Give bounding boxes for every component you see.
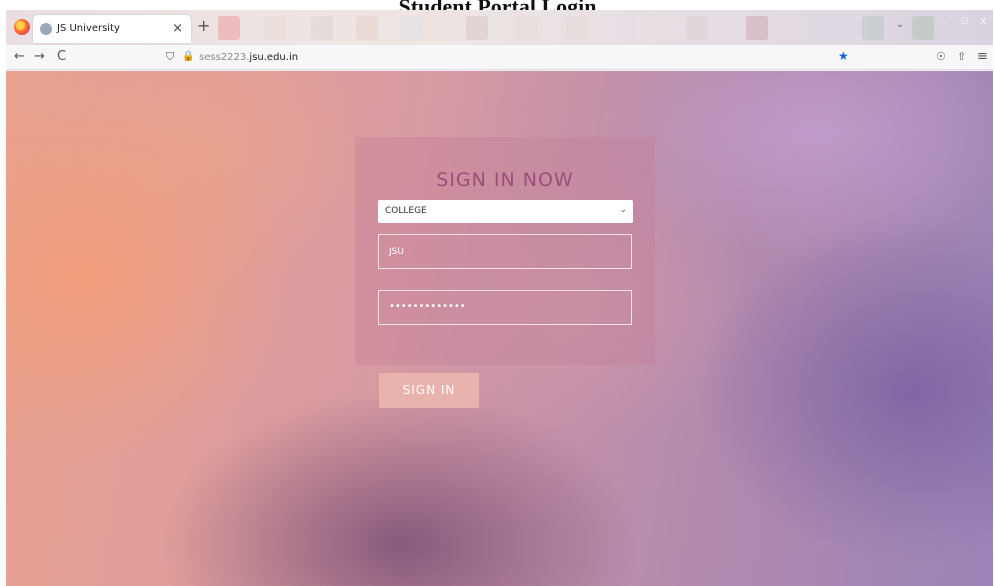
password-field[interactable]: ••••••••••••• (378, 290, 632, 325)
chevron-down-icon: ⌄ (619, 205, 627, 215)
forward-arrow-icon[interactable]: → (34, 49, 45, 64)
username-value: JSU (389, 247, 404, 257)
password-mask: ••••••••••••• (389, 301, 466, 312)
url-domain: jsu.edu.in (249, 52, 299, 63)
favicon-icon (40, 23, 52, 35)
back-arrow-icon[interactable]: ← (14, 49, 25, 64)
blurred-bookmark-decor (616, 16, 638, 40)
list-tabs-chevron-icon[interactable]: ⌄ (896, 19, 904, 30)
new-tab-button[interactable]: + (197, 16, 210, 35)
blurred-bookmark-decor (218, 16, 240, 40)
menu-icon[interactable]: ≡ (977, 49, 988, 64)
blurred-bookmark-decor (686, 16, 708, 40)
minimize-icon[interactable]: – (941, 14, 947, 27)
college-select[interactable]: COLLEGE ⌄ (378, 200, 633, 223)
tab-strip: JS University × + ⌄ – ⊙ x (6, 10, 993, 45)
insecure-lock-icon[interactable]: 🔒 (182, 51, 194, 62)
bookmark-star-icon[interactable]: ★ (838, 49, 849, 63)
maximize-icon[interactable]: ⊙ (960, 14, 969, 27)
page-background: SIGN IN NOW COLLEGE ⌄ JSU ••••••••••••• … (6, 71, 993, 586)
username-field[interactable]: JSU (378, 234, 632, 269)
share-icon[interactable]: ⇧ (957, 50, 966, 63)
blurred-bookmark-decor (264, 16, 286, 40)
browser-window: JS University × + ⌄ – ⊙ x ← → C ⛉ 🔒 sess… (6, 10, 993, 586)
navigation-bar: ← → C ⛉ 🔒 sess2223.jsu.edu.in ★ ☉ ⇧ ≡ (6, 45, 993, 70)
blurred-bookmark-decor (912, 16, 934, 40)
tab-title: JS University (57, 23, 120, 34)
blurred-bookmark-decor (746, 16, 768, 40)
blurred-bookmark-decor (516, 16, 538, 40)
reload-icon[interactable]: C (57, 49, 66, 64)
blurred-bookmark-decor (356, 16, 378, 40)
blurred-bookmark-decor (466, 16, 488, 40)
url-field[interactable]: sess2223.jsu.edu.in (199, 52, 298, 63)
url-prefix: sess2223. (199, 52, 250, 63)
close-tab-icon[interactable]: × (172, 21, 183, 36)
tracking-shield-icon[interactable]: ⛉ (166, 50, 174, 64)
window-close-icon[interactable]: x (980, 14, 987, 27)
blurred-bookmark-decor (566, 16, 588, 40)
blurred-bookmark-decor (862, 16, 884, 40)
college-select-value: COLLEGE (385, 206, 427, 216)
pocket-icon[interactable]: ☉ (936, 50, 946, 63)
login-box: SIGN IN NOW COLLEGE ⌄ JSU ••••••••••••• (355, 137, 655, 365)
tab-js-university[interactable]: JS University × (33, 15, 191, 43)
browser-logo-icon[interactable] (14, 19, 30, 35)
login-heading: SIGN IN NOW (436, 169, 574, 191)
sign-in-button[interactable]: SIGN IN (379, 373, 479, 408)
blurred-bookmark-decor (311, 16, 333, 40)
blurred-bookmark-decor (401, 16, 423, 40)
